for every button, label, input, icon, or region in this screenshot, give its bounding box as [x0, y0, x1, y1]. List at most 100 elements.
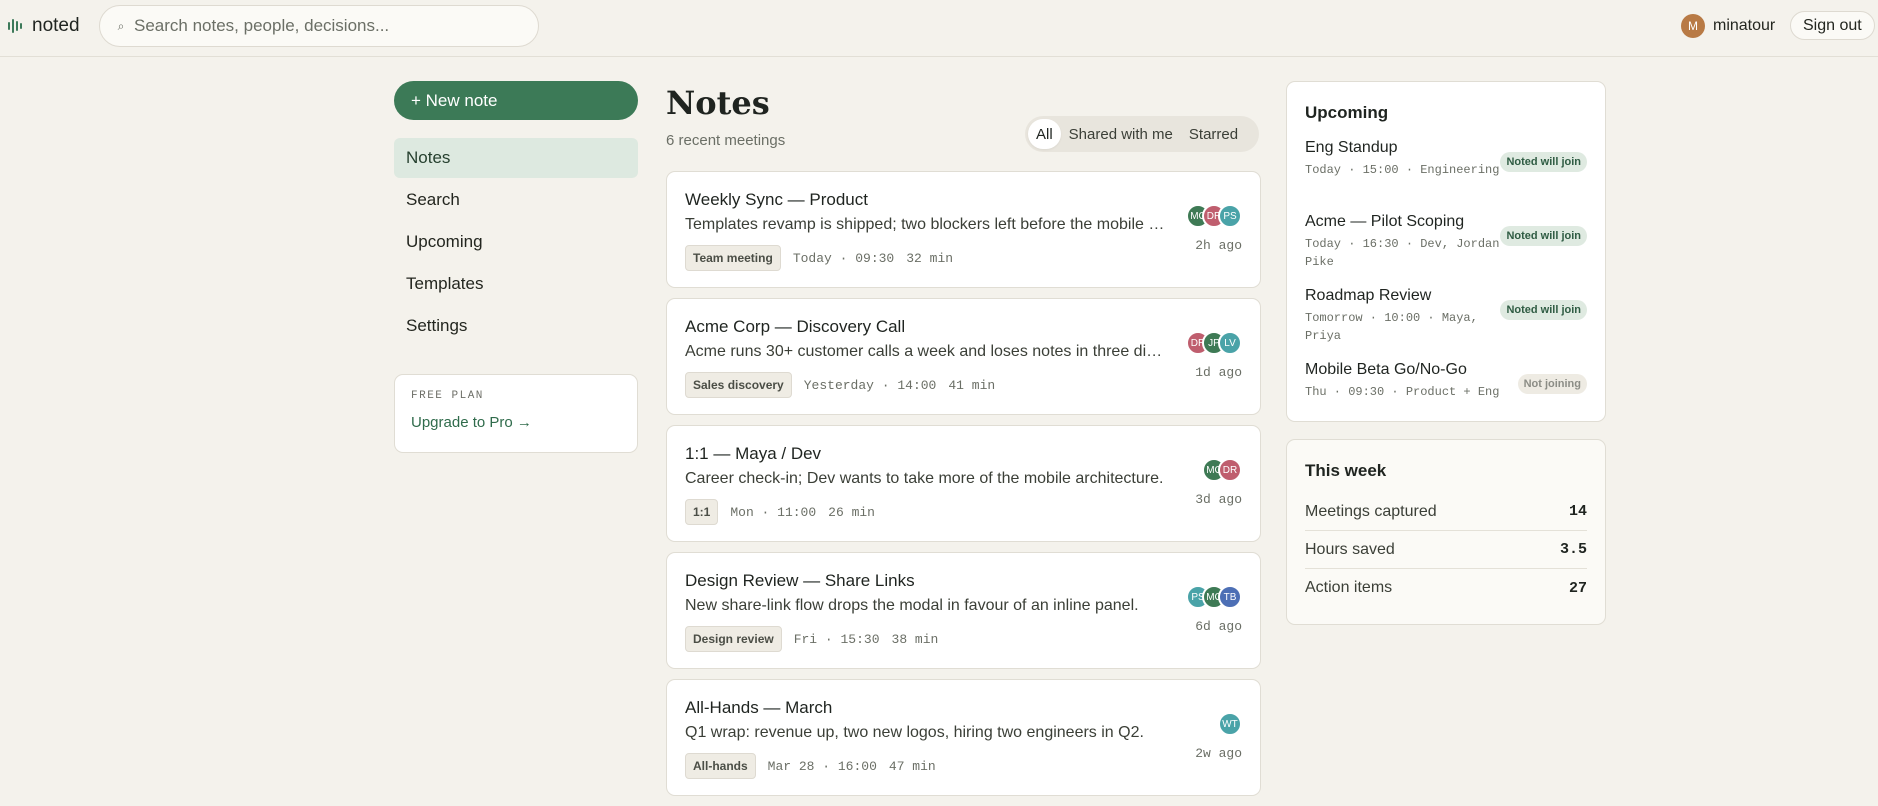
- note-card[interactable]: Design Review — Share Links New share-li…: [666, 552, 1261, 669]
- page-subtitle: 6 recent meetings: [666, 132, 786, 149]
- filter-shared-with-me[interactable]: Shared with me: [1061, 119, 1181, 149]
- participant-avatar: TB: [1218, 585, 1242, 609]
- sidebar-nav: Notes Search Upcoming Templates Settings: [394, 138, 638, 348]
- participant-avatars: MC DR PS: [1186, 204, 1242, 228]
- note-age: 3d ago: [1195, 492, 1242, 507]
- note-meta: Team meeting Today · 09:30 32 min: [685, 245, 953, 271]
- sidebar-item-upcoming[interactable]: Upcoming: [394, 222, 638, 262]
- note-meta: Design review Fri · 15:30 38 min: [685, 626, 938, 652]
- plan-card: FREE PLAN Upgrade to Pro →: [394, 374, 638, 453]
- app-name: noted: [32, 15, 80, 36]
- note-age: 6d ago: [1195, 619, 1242, 634]
- note-time: Yesterday · 14:00: [803, 377, 937, 393]
- note-duration: 32 min: [906, 250, 954, 266]
- note-age: 2w ago: [1195, 746, 1242, 761]
- note-time: Mar 28 · 16:00: [767, 758, 877, 774]
- avatar: M: [1681, 14, 1705, 38]
- note-card[interactable]: All-Hands — March Q1 wrap: revenue up, t…: [666, 679, 1261, 796]
- join-status-badge: Noted will join: [1500, 226, 1587, 246]
- stat-row: Action items 27: [1305, 569, 1587, 607]
- sidebar-item-search[interactable]: Search: [394, 180, 638, 220]
- stat-label: Meetings captured: [1305, 502, 1437, 520]
- participant-avatars: PS MC TB: [1186, 585, 1242, 609]
- note-summary: Templates revamp is shipped; two blocker…: [685, 216, 1165, 233]
- upgrade-link[interactable]: Upgrade to Pro →: [411, 414, 621, 431]
- this-week-stats: Meetings captured 14 Hours saved 3.5 Act…: [1305, 493, 1587, 607]
- upcoming-item[interactable]: Acme — Pilot Scoping Today · 16:30 · Dev…: [1305, 202, 1587, 276]
- meeting-type-tag: 1:1: [685, 499, 719, 525]
- note-card[interactable]: Acme Corp — Discovery Call Acme runs 30+…: [666, 298, 1261, 415]
- upcoming-meta: Tomorrow · 10:00 · Maya, Priya: [1305, 311, 1478, 343]
- participant-avatar: DR: [1218, 458, 1242, 482]
- sign-out-button[interactable]: Sign out: [1790, 11, 1875, 40]
- meeting-type-tag: Sales discovery: [685, 372, 792, 398]
- upcoming-item[interactable]: Roadmap Review Tomorrow · 10:00 · Maya, …: [1305, 276, 1587, 350]
- note-age: 2h ago: [1195, 238, 1242, 253]
- user-menu[interactable]: M minatour: [1681, 14, 1775, 38]
- upcoming-meta: Today · 15:00 · Engineering: [1305, 163, 1500, 177]
- note-duration: 47 min: [888, 758, 936, 774]
- filter-starred[interactable]: Starred: [1181, 119, 1246, 149]
- note-time: Mon · 11:00: [730, 504, 817, 520]
- stat-label: Hours saved: [1305, 540, 1395, 558]
- sidebar-item-settings[interactable]: Settings: [394, 306, 638, 346]
- upcoming-meta: Thu · 09:30 · Product + Eng: [1305, 385, 1500, 399]
- stat-row: Hours saved 3.5: [1305, 531, 1587, 569]
- waveform-icon: [8, 14, 22, 38]
- sidebar-item-templates[interactable]: Templates: [394, 264, 638, 304]
- participant-avatar: WT: [1218, 712, 1242, 736]
- search-input[interactable]: [134, 16, 514, 36]
- upcoming-panel: Upcoming Eng Standup Today · 15:00 · Eng…: [1286, 81, 1606, 422]
- plan-label: FREE PLAN: [411, 390, 484, 402]
- note-meta: Sales discovery Yesterday · 14:00 41 min: [685, 372, 995, 398]
- search-bar[interactable]: ⌕: [99, 5, 539, 47]
- user-name: minatour: [1713, 17, 1776, 34]
- search-icon: ⌕: [117, 18, 125, 33]
- note-summary: Acme runs 30+ customer calls a week and …: [685, 343, 1165, 360]
- top-bar: noted ⌕ M minatour Sign out: [0, 0, 1878, 57]
- join-status-badge: Noted will join: [1500, 300, 1587, 320]
- note-duration: 41 min: [948, 377, 996, 393]
- join-status-badge: Noted will join: [1500, 152, 1587, 172]
- note-card[interactable]: 1:1 — Maya / Dev Career check-in; Dev wa…: [666, 425, 1261, 542]
- filter-tabs: All Shared with me Starred: [1025, 116, 1259, 152]
- participant-avatars: WT: [1218, 712, 1242, 736]
- stat-value: 27: [1568, 579, 1587, 597]
- upcoming-item[interactable]: Mobile Beta Go/No-Go Thu · 09:30 · Produ…: [1305, 350, 1587, 424]
- note-duration: 26 min: [828, 504, 875, 520]
- upcoming-title: Upcoming: [1305, 103, 1389, 122]
- page-title: Notes: [666, 84, 770, 122]
- new-note-button[interactable]: + New note: [394, 81, 638, 120]
- stat-row: Meetings captured 14: [1305, 493, 1587, 531]
- filter-all[interactable]: All: [1028, 119, 1061, 149]
- upcoming-list: Eng Standup Today · 15:00 · Engineering …: [1305, 128, 1587, 424]
- join-status-badge: Not joining: [1517, 374, 1587, 394]
- meeting-type-tag: All-hands: [685, 753, 756, 779]
- participant-avatars: DR JP LV: [1186, 331, 1242, 355]
- note-time: Today · 09:30: [792, 250, 895, 266]
- note-title: Acme Corp — Discovery Call: [685, 317, 906, 336]
- stat-label: Action items: [1305, 579, 1393, 596]
- meeting-type-tag: Design review: [685, 626, 782, 652]
- note-time: Fri · 15:30: [793, 631, 880, 647]
- app-logo[interactable]: noted: [8, 14, 80, 38]
- sidebar-item-notes[interactable]: Notes: [394, 138, 638, 178]
- this-week-title: This week: [1305, 461, 1387, 480]
- meeting-type-tag: Team meeting: [685, 245, 781, 271]
- participant-avatar: LV: [1218, 331, 1242, 355]
- note-duration: 38 min: [891, 631, 939, 647]
- participant-avatars: MC DR: [1202, 458, 1242, 482]
- note-age: 1d ago: [1195, 365, 1242, 380]
- upcoming-item[interactable]: Eng Standup Today · 15:00 · Engineering …: [1305, 128, 1587, 202]
- upcoming-meta: Today · 16:30 · Dev, Jordan Pike: [1305, 237, 1500, 269]
- note-title: 1:1 — Maya / Dev: [685, 444, 822, 463]
- note-summary: Career check-in; Dev wants to take more …: [685, 470, 1164, 487]
- participant-avatar: PS: [1218, 204, 1242, 228]
- note-title: Design Review — Share Links: [685, 571, 915, 590]
- stat-value: 14: [1568, 503, 1587, 520]
- note-card[interactable]: Weekly Sync — Product Templates revamp i…: [666, 171, 1261, 288]
- note-title: All-Hands — March: [685, 698, 833, 717]
- note-summary: New share-link flow drops the modal in f…: [685, 597, 1139, 614]
- note-title: Weekly Sync — Product: [685, 190, 868, 209]
- note-meta: 1:1 Mon · 11:00 26 min: [685, 499, 875, 525]
